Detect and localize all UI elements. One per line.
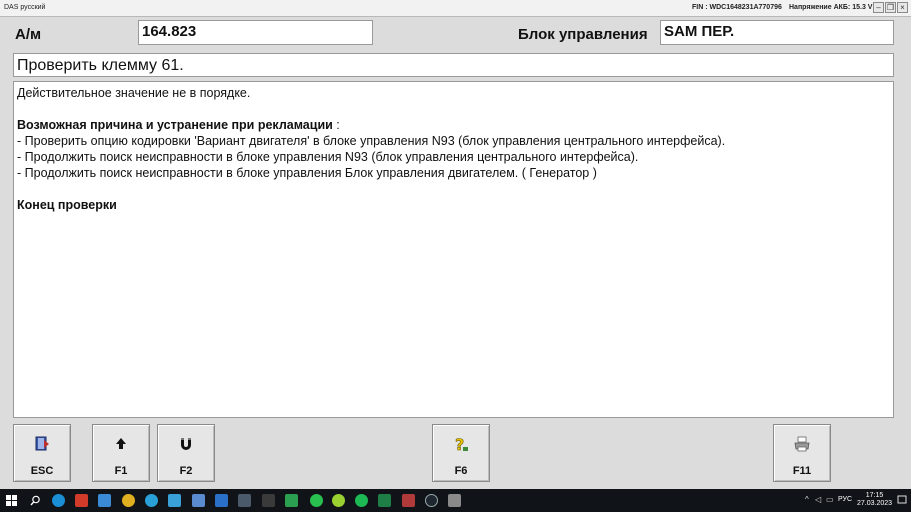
app-icon-darkred[interactable] [402,494,415,507]
app-icon-red[interactable] [75,494,88,507]
f1-button[interactable]: F1 [92,424,150,482]
control-unit-label: Блок управления [518,26,648,43]
clock[interactable]: 17:15 27.03.2023 [857,492,892,508]
control-unit-value-field: SAM ПЕР. [660,20,894,45]
title-bar: DAS русский FIN : WDC1648231A770796 Напр… [0,0,911,17]
cause-item: - Продолжить поиск неисправности в блоке… [17,150,639,164]
terminal-icon[interactable] [262,494,275,507]
test-title: Проверить клемму 61. [13,53,894,77]
cause-heading-line: Возможная причина и устранение при рекла… [17,117,893,133]
f11-label: F11 [792,465,812,477]
minimize-button[interactable]: – [873,2,884,13]
whatsapp-icon[interactable] [310,494,323,507]
f1-label: F1 [114,465,128,477]
excel-icon[interactable] [378,494,391,507]
edge-browser-icon[interactable] [52,494,65,507]
app-icon-grey[interactable] [238,494,251,507]
window-controls: – ❐ × [873,2,908,13]
tray-chevron-icon[interactable]: ^ [805,495,809,504]
unit-value-field: 164.823 [138,20,373,45]
network-icon[interactable]: ▭ [826,495,834,504]
skype-icon[interactable] [168,494,181,507]
cause-item: - Продолжить поиск неисправности в блоке… [17,166,597,180]
printer-icon [794,436,810,452]
help-question-icon: ? [455,435,468,453]
app-icon-blue[interactable] [215,494,228,507]
end-of-test-label: Конец проверки [17,198,117,212]
svg-text:?: ? [455,435,464,453]
clock-date: 27.03.2023 [857,500,893,507]
app-icon-green[interactable] [285,494,298,507]
clock-time: 17:15 [865,492,884,499]
close-button[interactable]: × [897,2,908,13]
chrome-icon[interactable] [122,494,135,507]
telegram-icon[interactable] [145,494,158,507]
windows-start-icon[interactable] [6,495,17,506]
cause-heading: Возможная причина и устранение при рекла… [17,118,333,132]
fin-number: FIN : WDC1648231A770796 [692,4,782,11]
wechat-icon[interactable] [332,494,345,507]
search-icon[interactable] [30,495,41,506]
status-text: Действительное значение не в порядке. [17,86,251,100]
f6-label: F6 [454,465,468,477]
das-window: DAS русский FIN : WDC1648231A770796 Напр… [0,0,911,512]
file-manager-icon[interactable] [98,494,111,507]
f11-button[interactable]: F11 [773,424,831,482]
esc-label: ESC [30,465,54,477]
arrow-up-icon [116,438,126,449]
taskbar: ^ ◁ ▭ РУС 17:15 27.03.2023 [0,489,911,512]
input-language[interactable]: РУС [838,496,852,503]
calculator-icon[interactable] [192,494,205,507]
battery-voltage: Напряжение АКБ: 15.3 V [789,4,873,11]
volume-icon[interactable]: ◁ [815,495,821,504]
cause-colon: : [332,118,340,132]
f2-label: F2 [179,465,193,477]
esc-button[interactable]: ESC [13,424,71,482]
result-text-panel: Действительное значение не в порядке. Во… [13,81,894,418]
magnet-icon [181,438,191,450]
f2-button[interactable]: F2 [157,424,215,482]
spotify-icon[interactable] [355,494,368,507]
cause-item: - Проверить опцию кодировки 'Вариант дви… [17,134,726,148]
unit-label: А/м [15,26,42,43]
app-icon-lightgrey[interactable] [448,494,461,507]
exit-book-icon [35,436,49,451]
restore-button[interactable]: ❐ [885,2,896,13]
mercedes-das-icon[interactable] [425,494,438,507]
notifications-icon[interactable] [897,495,907,505]
f6-button[interactable]: ? F6 [432,424,490,482]
window-title: DAS русский [4,4,46,11]
